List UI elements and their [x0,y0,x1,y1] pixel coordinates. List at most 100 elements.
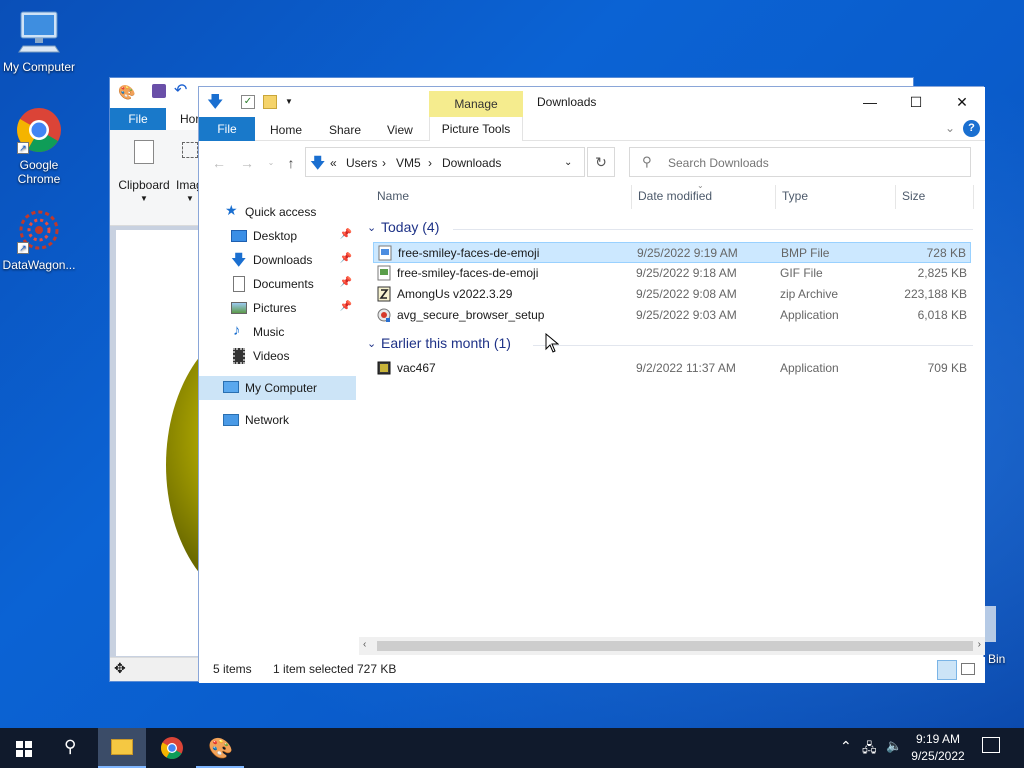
pin-icon[interactable]: 📌 [340,277,352,288]
recycle-bin-partial-label[interactable]: Bin [988,652,1005,666]
desktop-icon-google-chrome[interactable]: ↗ Google Chrome [0,106,78,186]
computer-icon [15,8,63,56]
clock[interactable]: 9:19 AM 9/25/2022 [906,732,970,763]
show-hidden-icons-button[interactable]: ⌃ [840,738,852,755]
forward-button[interactable]: → [237,153,257,173]
horizontal-scrollbar[interactable]: ‹ › [359,637,985,655]
nav-item-downloads[interactable]: 🡇 Downloads 📌 [199,249,356,271]
volume-icon[interactable]: 🔈 [886,738,902,754]
nav-item-desktop[interactable]: Desktop 📌 [199,225,356,247]
file-date: 9/25/2022 9:08 AM [636,287,737,301]
paint-canvas[interactable] [116,230,206,656]
item-count: 5 items [213,662,252,676]
address-dropdown-icon[interactable]: ⌄ [564,157,572,168]
file-row[interactable]: free-smiley-faces-de-emoji 9/25/2022 9:1… [373,242,971,263]
nav-item-videos[interactable]: Videos [199,345,356,367]
column-header-size[interactable]: Size [902,189,925,203]
action-center-icon[interactable] [982,737,1000,753]
file-row[interactable]: vac467 9/2/2022 11:37 AM Application 709… [373,358,971,379]
clipboard-group[interactable]: Clipboard ▼ [116,134,172,218]
pin-icon[interactable]: 📌 [340,301,352,312]
desktop-icon-my-computer[interactable]: My Computer [0,8,78,74]
scroll-left-icon[interactable]: ‹ [363,639,366,650]
group-header-today-wrap[interactable]: ⌄ Today (4) [367,219,975,239]
nav-item-pictures[interactable]: Pictures 📌 [199,297,356,319]
taskbar-chrome[interactable] [148,728,196,768]
up-button[interactable]: ↑ [281,153,301,173]
desktop-icon-datawagon[interactable]: ↗ DataWagon... [0,206,78,272]
pin-icon[interactable]: 📌 [340,229,352,240]
chrome-icon: ↗ [15,106,63,154]
recent-locations-button[interactable]: ⌄ [261,153,281,173]
file-list[interactable]: Name ⌄ Date modified Type Size ⌄ Today (… [359,181,985,637]
undo-icon[interactable]: ↶ [174,80,187,100]
help-icon[interactable]: ? [963,120,980,137]
file-row[interactable]: free-smiley-faces-de-emoji 9/25/2022 9:1… [373,263,971,284]
search-icon: ⚲ [64,737,77,756]
search-button[interactable]: ⚲ [48,728,96,768]
network-tray-icon[interactable]: 🖧 [862,739,877,761]
select-icon [182,142,198,158]
tab-view[interactable]: View [387,123,413,137]
search-icon: ⚲ [642,154,652,169]
nav-item-my-computer[interactable]: My Computer [199,376,356,400]
file-row[interactable]: avg_secure_browser_setup 9/25/2022 9:03 … [373,305,971,326]
column-header-type[interactable]: Type [782,189,808,203]
breadcrumb-downloads[interactable]: Downloads [442,156,501,170]
search-box[interactable]: ⚲ [629,147,971,177]
pin-icon[interactable]: 📌 [340,253,352,264]
clock-time: 9:19 AM [915,732,961,746]
desktop-icon-label: My Computer [2,60,76,74]
selection-size: 727 KB [357,662,397,676]
column-header-date[interactable]: Date modified [638,189,712,203]
manage-tab[interactable]: Manage [429,91,523,117]
expand-ribbon-icon[interactable]: ⌄ [945,121,955,135]
breadcrumb-users[interactable]: Users [346,156,377,170]
windows-icon [16,741,32,757]
explorer-window[interactable]: 🡇 ✓ ▼ Manage Downloads — ☐ ✕ File Home S… [198,86,985,683]
nav-item-network[interactable]: Network [199,409,356,431]
explorer-title-bar[interactable]: 🡇 ✓ ▼ Manage Downloads — ☐ ✕ [199,87,985,117]
address-bar[interactable]: 🡇 « Users › VM5 › Downloads ⌄ [305,147,585,177]
quick-access-down-arrow-icon[interactable]: 🡇 [207,91,223,118]
column-header-name[interactable]: Name [377,189,409,203]
tab-home[interactable]: Home [270,123,302,137]
tab-share[interactable]: Share [329,123,361,137]
clipboard-group-label: Clipboard [118,178,170,192]
customize-toolbar-icon[interactable]: ▼ [285,97,293,106]
group-header-earlier-wrap[interactable]: ⌄ Earlier this month (1) [367,335,975,355]
search-input[interactable] [668,154,958,172]
chevron-right-icon[interactable]: › [382,156,386,170]
taskbar-paint[interactable]: 🎨 [196,728,244,768]
chevron-down-icon: ▼ [140,194,148,203]
nav-item-music[interactable]: ♪ Music [199,321,356,343]
refresh-button[interactable]: ↻ [587,147,615,177]
paint-home-tab[interactable]: Hor [180,112,199,126]
large-icons-view-button[interactable] [961,663,975,675]
close-button[interactable]: ✕ [939,87,985,117]
file-type: GIF File [780,266,823,280]
minimize-button[interactable]: — [847,87,893,117]
paint-file-tab[interactable]: File [110,108,166,130]
paint-app-icon[interactable]: 🎨 [118,84,135,101]
taskbar-file-explorer[interactable] [98,728,146,768]
desktop-folder-icon [231,230,247,242]
computer-icon [223,381,239,393]
new-folder-icon[interactable] [263,95,277,109]
scrollbar-thumb[interactable] [377,641,973,651]
properties-icon[interactable]: ✓ [241,95,255,109]
chevron-right-icon[interactable]: › [428,156,432,170]
scroll-right-icon[interactable]: › [978,639,981,650]
breadcrumb-vm5[interactable]: VM5 [396,156,421,170]
maximize-button[interactable]: ☐ [893,87,939,117]
breadcrumb-overflow[interactable]: « [330,156,337,170]
tab-file[interactable]: File [199,117,255,141]
details-view-button[interactable] [937,660,957,680]
file-row[interactable]: AmongUs v2022.3.29 9/25/2022 9:08 AM zip… [373,284,971,305]
tab-picture-tools[interactable]: Picture Tools [429,117,523,141]
nav-item-quick-access[interactable]: ★ Quick access [199,201,356,223]
save-icon[interactable] [152,84,166,98]
start-button[interactable] [0,728,48,768]
nav-item-documents[interactable]: Documents 📌 [199,273,356,295]
back-button[interactable]: ← [209,153,229,173]
